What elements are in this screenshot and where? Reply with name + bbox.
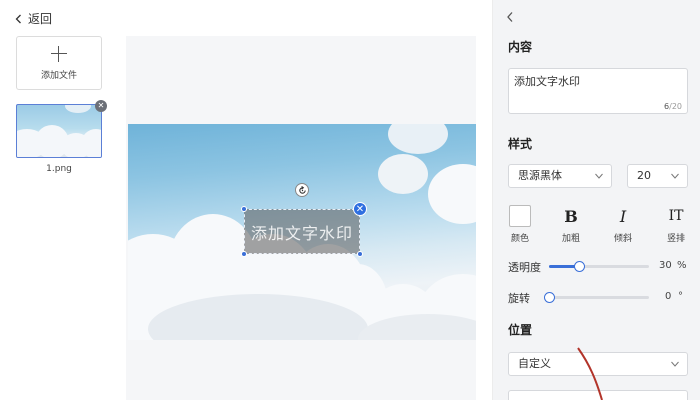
vertical-text-icon: IT (668, 208, 684, 224)
color-button[interactable]: 颜色 (507, 205, 533, 244)
watermark-text-box[interactable]: 添加文字水印 (244, 209, 360, 254)
font-family-value: 思源黑体 (518, 169, 562, 182)
position-section-title: 位置 (508, 323, 533, 337)
vertical-text-label: 竖排 (666, 234, 685, 244)
italic-label: 倾斜 (613, 234, 632, 244)
color-swatch (509, 205, 531, 227)
italic-icon: I (619, 206, 627, 226)
back-label: 返回 (28, 12, 53, 26)
opacity-slider-knob[interactable] (574, 261, 585, 272)
chevron-left-icon (15, 14, 21, 23)
char-counter: 6/20 (664, 102, 682, 111)
bold-button[interactable]: B 加粗 (558, 205, 584, 245)
chevron-down-icon (671, 173, 679, 179)
add-file-label: 添加文件 (40, 70, 77, 81)
back-button[interactable]: 返回 (14, 10, 52, 27)
position-select[interactable]: 自定义 (508, 352, 688, 376)
watermark-close-icon[interactable]: ✕ (353, 202, 367, 216)
italic-button[interactable]: I 倾斜 (610, 205, 636, 245)
rotation-slider[interactable] (544, 292, 649, 303)
chevron-down-icon (671, 361, 679, 367)
opacity-value: 30 (659, 260, 672, 271)
file-thumbnail[interactable] (16, 104, 102, 158)
opacity-unit: % (677, 260, 687, 271)
watermark-editor: 返回 添加文件 ✕ 1.png 添加文字水印 ✕ 内容 添加文字水印 6/20 … (0, 0, 700, 400)
watermark-content-input[interactable]: 添加文字水印 6/20 (508, 68, 688, 114)
vertical-text-button[interactable]: IT 竖排 (663, 205, 689, 244)
chevron-left-icon[interactable] (505, 11, 515, 23)
file-name: 1.png (46, 164, 72, 174)
color-label: 颜色 (510, 234, 529, 244)
font-size-value: 20 (637, 169, 651, 182)
add-file-button[interactable]: 添加文件 (16, 36, 102, 90)
font-size-select[interactable]: 20 (627, 164, 688, 188)
rotation-slider-knob[interactable] (544, 292, 555, 303)
remove-file-close-icon[interactable]: ✕ (95, 100, 107, 112)
position-value: 自定义 (518, 357, 551, 370)
plus-icon (51, 45, 67, 62)
rotation-label: 旋转 (508, 292, 530, 305)
apply-button[interactable] (508, 390, 688, 400)
settings-panel: 内容 添加文字水印 6/20 样式 思源黑体 20 颜色 B 加粗 I 倾斜 I… (492, 0, 700, 400)
opacity-label: 透明度 (508, 261, 541, 274)
bold-label: 加粗 (561, 234, 580, 244)
rotate-icon[interactable] (295, 183, 309, 197)
style-section-title: 样式 (508, 137, 533, 151)
font-family-select[interactable]: 思源黑体 (508, 164, 612, 188)
content-input-value: 添加文字水印 (514, 75, 580, 88)
rotation-value: 0 (665, 291, 672, 302)
watermark-text: 添加文字水印 (250, 223, 353, 243)
rotation-unit: ° (678, 291, 683, 302)
bold-icon: B (564, 206, 578, 226)
resize-handle-top-left[interactable] (241, 206, 247, 212)
resize-handle-bottom-right[interactable] (357, 251, 363, 257)
resize-handle-bottom-left[interactable] (241, 251, 247, 257)
chevron-down-icon (595, 173, 603, 179)
opacity-slider[interactable] (549, 261, 649, 272)
content-section-title: 内容 (508, 40, 533, 54)
